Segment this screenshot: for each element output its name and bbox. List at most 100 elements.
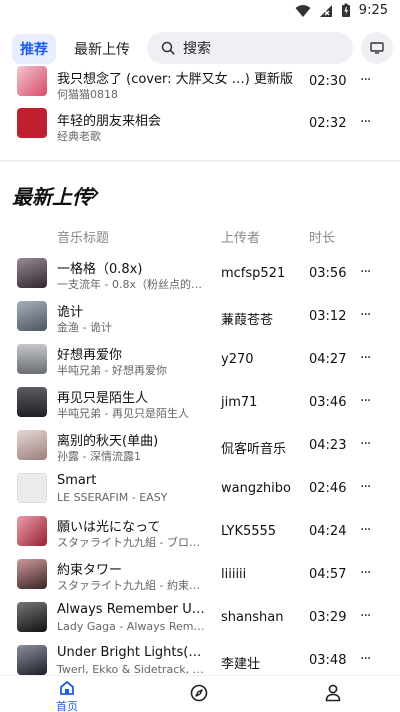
song-uploader: y270 (221, 352, 254, 367)
list-item[interactable]: 願いは光になって スタァライト九九組 - ブロロ… LYK5555 04:24 … (0, 510, 400, 552)
more-options-button[interactable]: ··· (360, 350, 371, 366)
section-title[interactable]: 最新上传 (12, 181, 92, 210)
more-options-button[interactable]: ··· (360, 651, 371, 667)
list-item[interactable]: 好想再爱你 半吨兄弟 - 好想再爱你 y270 04:27 ··· (0, 338, 400, 380)
section-divider (0, 160, 400, 162)
status-bar: 9:25 (0, 0, 400, 24)
search-placeholder: 搜索 (183, 41, 211, 57)
nav-home-label[interactable]: 首页 (56, 698, 78, 712)
list-item[interactable]: 诡计 金渔 - 诡计 蒹葭苍苍 03:12 ··· (0, 295, 400, 337)
screen-cast-icon (370, 42, 384, 54)
song-title: 好想再爱你 (57, 348, 123, 363)
song-artist: 半吨兄弟 - 好想再爱你 (57, 364, 167, 377)
chevron-right-icon[interactable] (90, 186, 100, 200)
album-cover (17, 66, 47, 96)
more-options-button[interactable]: ··· (360, 307, 371, 323)
song-artist: 半吨兄弟 - 再见只是陌生人 (57, 407, 189, 420)
song-artist: スタァライト九九組 - ブロロ… (57, 536, 205, 549)
song-artist: 孙露 - 深情流露1 (57, 450, 141, 463)
song-title: 約束タワー (57, 563, 123, 578)
song-title: 願いは光になって (57, 520, 161, 535)
song-title: 我只想念了 (cover: 大胖又女 …) 更新版 (57, 72, 293, 87)
album-cover (17, 473, 47, 503)
bottom-nav: 首页 (0, 675, 400, 712)
song-artist: 一支流年 - 0.8x（粉丝点的歌) (57, 278, 205, 291)
column-header-title: 音乐标题 (57, 231, 110, 246)
signal-icon (319, 4, 332, 17)
song-uploader: 李建壮 (221, 657, 261, 672)
song-title: Always Remember Us T… (57, 602, 205, 617)
song-title: 一格格（0.8x) (57, 262, 143, 277)
song-duration: 04:57 (309, 567, 347, 582)
song-uploader: 侃客听音乐 (221, 442, 287, 457)
more-options-button[interactable]: ··· (360, 264, 371, 280)
more-options-button[interactable]: ··· (360, 114, 371, 130)
song-duration: 03:29 (309, 610, 347, 625)
album-cover (17, 344, 47, 374)
song-artist: 金渔 - 诡计 (57, 321, 112, 334)
wifi-icon (295, 4, 311, 17)
song-title: 离别的秋天(单曲) (57, 434, 159, 449)
song-artist: Lady Gaga - Always Remem… (57, 620, 205, 633)
album-cover (17, 430, 47, 460)
list-item[interactable]: 一格格（0.8x) 一支流年 - 0.8x（粉丝点的歌) mcfsp521 03… (0, 252, 400, 294)
list-item[interactable]: 我只想念了 (cover: 大胖又女 …) 更新版 何猫猫0818 02:30 … (0, 60, 400, 102)
song-duration: 02:30 (309, 74, 347, 89)
home-icon (60, 681, 74, 695)
album-cover (17, 258, 47, 288)
song-duration: 02:32 (309, 116, 347, 131)
album-cover (17, 516, 47, 546)
song-artist: 何猫猫0818 (57, 88, 118, 101)
album-cover (17, 387, 47, 417)
song-duration: 03:56 (309, 266, 347, 281)
tab-latest-upload[interactable]: 最新上传 (74, 39, 130, 59)
song-duration: 02:46 (309, 481, 347, 496)
more-options-button[interactable]: ··· (360, 608, 371, 624)
song-uploader: wangzhibo (221, 481, 291, 496)
battery-icon (341, 3, 350, 17)
song-artist: スタァライト九九組 - 約束タ… (57, 579, 205, 592)
song-artist: LE SSERAFIM - EASY (57, 491, 168, 504)
column-header-uploader: 上传者 (221, 231, 261, 246)
list-item[interactable]: 約束タワー スタァライト九九組 - 約束タ… liiiiii 04:57 ··· (0, 553, 400, 595)
search-icon (161, 41, 175, 55)
song-uploader: jim71 (221, 395, 258, 410)
more-options-button[interactable]: ··· (360, 479, 371, 495)
song-duration: 04:24 (309, 524, 347, 539)
more-options-button[interactable]: ··· (360, 72, 371, 88)
list-item[interactable]: 年轻的朋友来相会 经典老歌 02:32 ··· (0, 102, 400, 144)
album-cover (17, 108, 47, 138)
song-uploader: mcfsp521 (221, 266, 286, 281)
song-title: 年轻的朋友来相会 (57, 114, 162, 129)
more-options-button[interactable]: ··· (360, 565, 371, 581)
song-uploader: 蒹葭苍苍 (221, 313, 274, 328)
song-title: Smart (57, 473, 97, 488)
more-options-button[interactable]: ··· (360, 393, 371, 409)
album-cover (17, 559, 47, 589)
status-time: 9:25 (358, 3, 388, 18)
more-options-button[interactable]: ··· (360, 522, 371, 538)
song-title: 再见只是陌生人 (57, 391, 149, 406)
nav-home[interactable] (54, 680, 80, 700)
song-title: 诡计 (57, 305, 84, 320)
song-duration: 04:23 (309, 438, 347, 453)
more-options-button[interactable]: ··· (360, 436, 371, 452)
album-cover (17, 301, 47, 331)
album-cover (17, 602, 47, 632)
song-artist: 经典老歌 (57, 130, 101, 143)
song-uploader: LYK5555 (221, 524, 277, 539)
compass-icon[interactable] (190, 684, 208, 702)
profile-icon[interactable] (325, 684, 341, 702)
song-duration: 03:48 (309, 653, 347, 668)
song-duration: 03:12 (309, 309, 347, 324)
list-item[interactable]: 再见只是陌生人 半吨兄弟 - 再见只是陌生人 jim71 03:46 ··· (0, 381, 400, 423)
song-uploader: shanshan (221, 610, 284, 625)
column-header-duration: 时长 (309, 231, 336, 246)
song-title: Under Bright Lights(fea… (57, 645, 205, 660)
list-item[interactable]: Smart LE SSERAFIM - EASY wangzhibo 02:46… (0, 467, 400, 509)
song-duration: 04:27 (309, 352, 347, 367)
list-item[interactable]: 离别的秋天(单曲) 孙露 - 深情流露1 侃客听音乐 04:23 ··· (0, 424, 400, 466)
song-duration: 03:46 (309, 395, 347, 410)
list-item[interactable]: Always Remember Us T… Lady Gaga - Always… (0, 596, 400, 638)
album-cover (17, 645, 47, 675)
